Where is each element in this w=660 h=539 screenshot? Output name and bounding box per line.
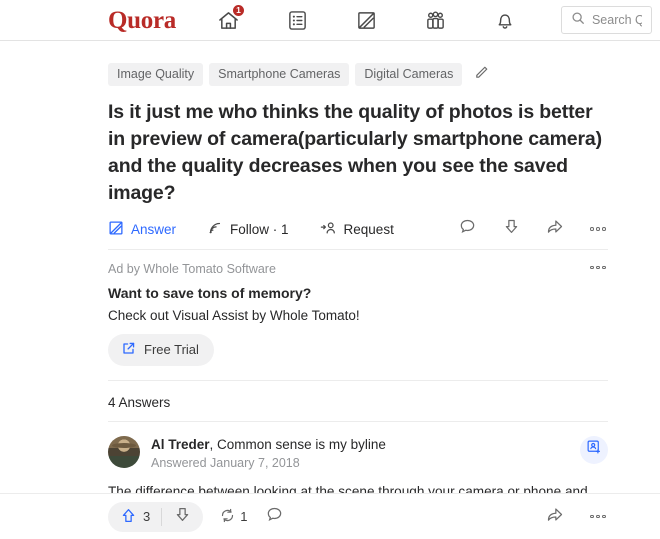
topic-chip-digital-cameras[interactable]: Digital Cameras bbox=[355, 63, 463, 86]
spaces-icon bbox=[424, 10, 447, 31]
request-person-icon bbox=[320, 220, 337, 239]
answer-secondary-actions bbox=[544, 506, 608, 528]
search-icon bbox=[571, 11, 585, 30]
top-navigation-bar: Quora 1 bbox=[0, 0, 660, 41]
answer-date: Answered January 7, 2018 bbox=[151, 455, 300, 470]
edit-topics-button[interactable] bbox=[470, 64, 492, 86]
more-dot bbox=[602, 265, 606, 270]
home-nav-button[interactable]: 1 bbox=[214, 4, 245, 35]
ad-sponsor-label: Ad by Whole Tomato Software bbox=[108, 261, 276, 276]
share-button[interactable] bbox=[544, 506, 566, 528]
downvote-button[interactable] bbox=[500, 218, 522, 240]
follow-rss-icon bbox=[207, 220, 223, 239]
comment-button[interactable] bbox=[263, 506, 285, 528]
share-arrow-icon bbox=[546, 506, 564, 528]
author-credential: , Common sense is my byline bbox=[209, 436, 386, 452]
upvote-count: 3 bbox=[143, 509, 151, 524]
more-dot bbox=[596, 514, 600, 519]
search-bar[interactable] bbox=[560, 6, 652, 34]
ad-block: Ad by Whole Tomato Software Want to save… bbox=[108, 262, 608, 381]
add-contact-icon bbox=[586, 439, 602, 460]
write-icon bbox=[356, 10, 377, 31]
question-action-bar: Answer Follow · 1 Request bbox=[108, 218, 608, 250]
topic-chip-smartphone-cameras[interactable]: Smartphone Cameras bbox=[209, 63, 350, 86]
answers-count: 4 Answers bbox=[108, 381, 608, 422]
request-button[interactable]: Request bbox=[320, 220, 394, 239]
answer-list-icon bbox=[287, 10, 308, 31]
share-arrow-icon bbox=[546, 218, 564, 240]
question-secondary-actions bbox=[456, 218, 608, 240]
more-dot bbox=[590, 265, 594, 270]
topic-chip-row: Image Quality Smartphone Cameras Digital… bbox=[108, 63, 608, 86]
ad-more-button[interactable] bbox=[588, 262, 608, 274]
upvote-icon bbox=[120, 507, 137, 527]
follow-label: Follow · 1 bbox=[230, 221, 289, 237]
request-label: Request bbox=[343, 221, 394, 237]
home-notification-badge: 1 bbox=[231, 4, 245, 17]
more-dot bbox=[596, 227, 600, 231]
answer-button[interactable]: Answer bbox=[108, 220, 176, 239]
more-dot bbox=[602, 514, 606, 519]
more-dot bbox=[590, 514, 594, 519]
author-name[interactable]: Al Treder bbox=[151, 437, 210, 452]
search-input[interactable] bbox=[591, 13, 642, 27]
ad-free-trial-button[interactable]: Free Trial bbox=[108, 333, 214, 366]
spaces-nav-button[interactable] bbox=[421, 5, 451, 35]
comment-icon bbox=[266, 506, 283, 528]
more-dot bbox=[602, 227, 606, 231]
notifications-icon bbox=[495, 10, 515, 31]
more-dot bbox=[590, 227, 594, 231]
downvote-icon bbox=[174, 506, 191, 528]
follow-button[interactable]: Follow · 1 bbox=[207, 220, 289, 239]
author-info: Al Treder, Common sense is my byline Ans… bbox=[151, 436, 386, 470]
comment-icon bbox=[459, 218, 476, 240]
main-column: Image Quality Smartphone Cameras Digital… bbox=[108, 41, 608, 539]
question-more-button[interactable] bbox=[588, 223, 608, 235]
external-link-icon bbox=[121, 341, 136, 359]
page-body: Image Quality Smartphone Cameras Digital… bbox=[0, 41, 660, 539]
ad-title[interactable]: Want to save tons of memory? bbox=[108, 285, 608, 301]
comment-button[interactable] bbox=[456, 218, 478, 240]
ad-description: Check out Visual Assist by Whole Tomato! bbox=[108, 307, 360, 323]
topic-chip-image-quality[interactable]: Image Quality bbox=[108, 63, 204, 86]
quora-logo[interactable]: Quora bbox=[108, 8, 176, 33]
share-button[interactable] bbox=[544, 218, 566, 240]
ad-header: Ad by Whole Tomato Software bbox=[108, 262, 608, 276]
avatar[interactable] bbox=[108, 435, 140, 468]
repost-count: 1 bbox=[240, 509, 248, 524]
nav-icon-group: 1 bbox=[214, 4, 520, 35]
downvote-button[interactable] bbox=[162, 506, 203, 528]
question-title: Is it just me who thinks the quality of … bbox=[108, 101, 602, 204]
author-line: Al Treder, Common sense is my byline bbox=[151, 436, 386, 454]
answer-label: Answer bbox=[131, 221, 177, 237]
write-nav-button[interactable] bbox=[352, 5, 382, 35]
answer-more-button[interactable] bbox=[588, 511, 608, 523]
repost-button[interactable]: 1 bbox=[219, 507, 247, 527]
more-dot bbox=[596, 265, 600, 270]
write-icon bbox=[108, 220, 124, 239]
pencil-icon bbox=[474, 65, 489, 85]
upvote-button[interactable]: 3 bbox=[108, 507, 161, 527]
answer-author-row: Al Treder, Common sense is my byline Ans… bbox=[108, 422, 608, 470]
follow-author-button[interactable] bbox=[580, 435, 608, 464]
answer-action-bar: 3 1 bbox=[0, 493, 660, 539]
notifications-nav-button[interactable] bbox=[490, 5, 520, 35]
vote-pill: 3 bbox=[108, 501, 204, 532]
downvote-icon bbox=[503, 218, 520, 240]
ad-cta-label: Free Trial bbox=[144, 342, 199, 358]
repost-icon bbox=[219, 507, 236, 527]
answers-nav-button[interactable] bbox=[283, 5, 313, 35]
